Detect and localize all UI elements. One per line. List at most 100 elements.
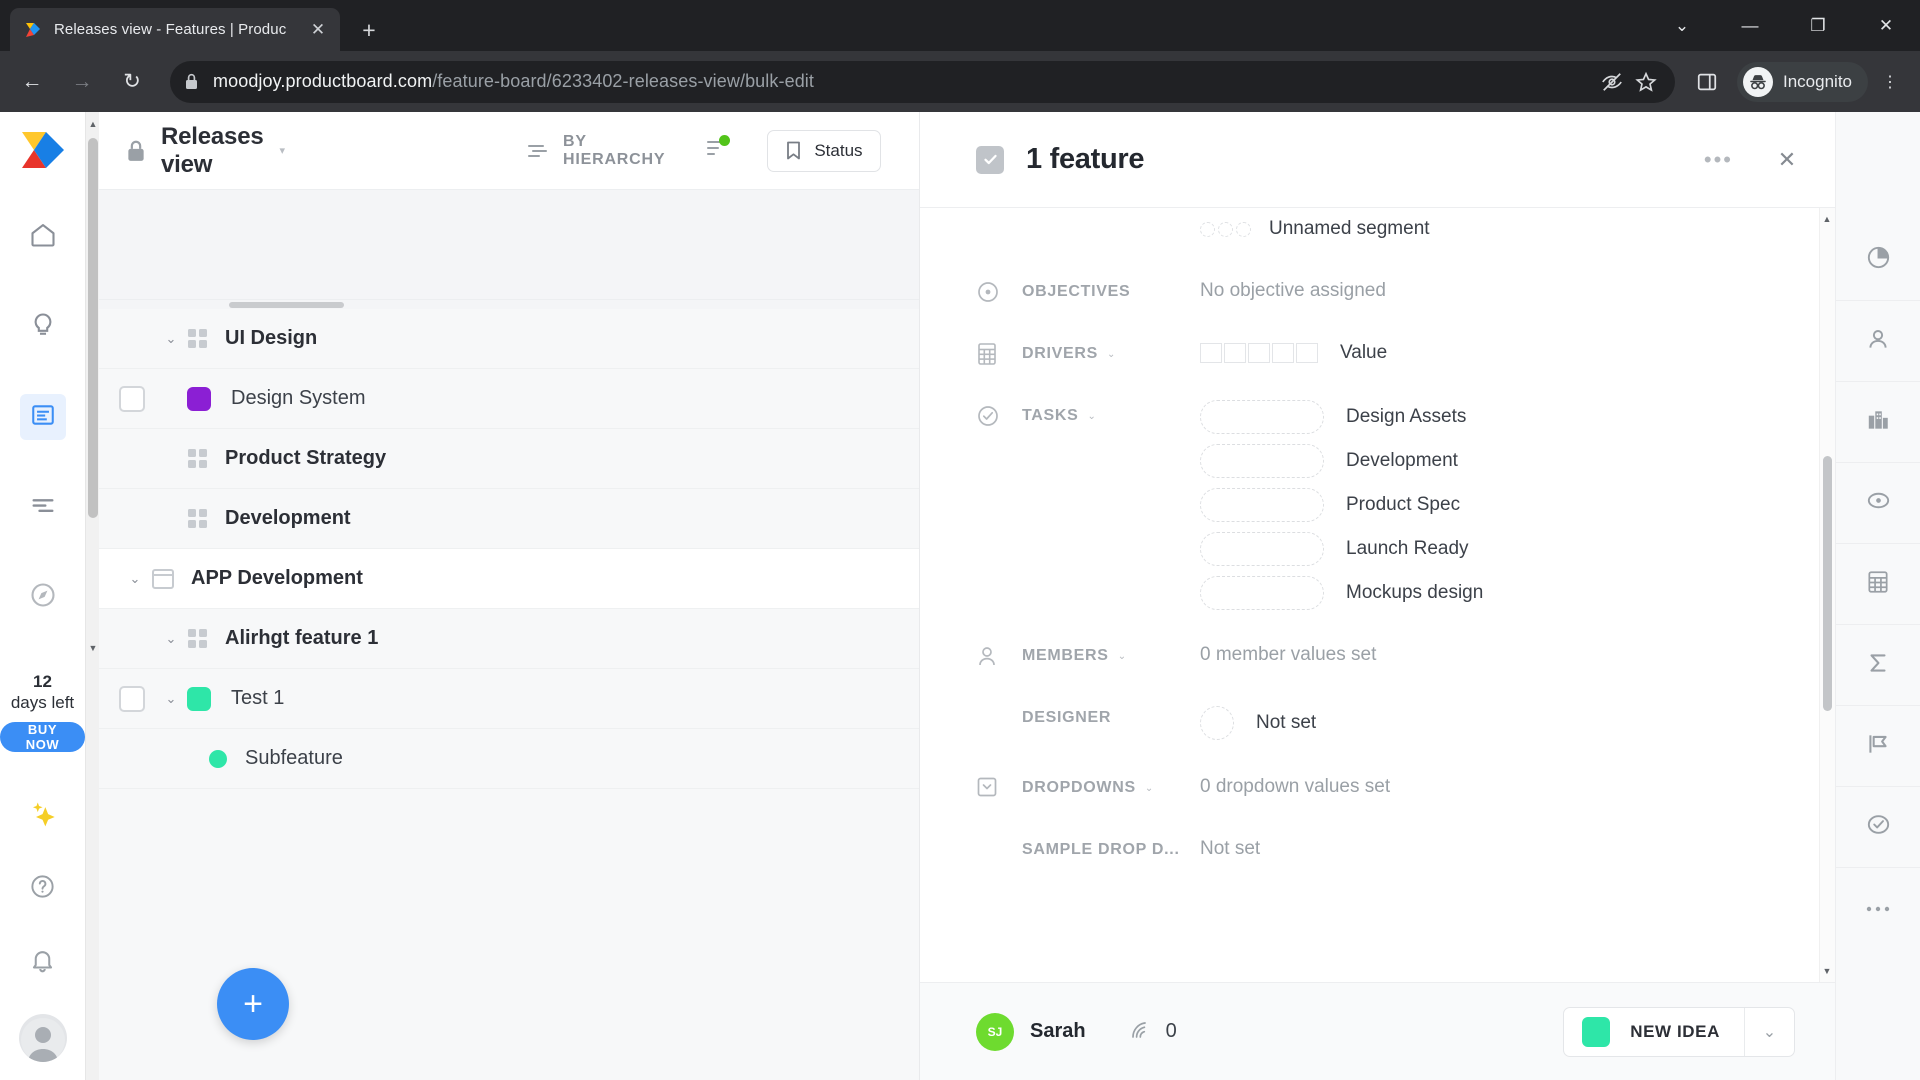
task-pill[interactable] (1200, 532, 1324, 566)
scroll-up-icon[interactable]: ▲ (1819, 210, 1835, 228)
chevron-down-icon[interactable]: ⌄ (1744, 1007, 1794, 1056)
scrollbar-thumb[interactable] (1823, 456, 1832, 711)
window-close-button[interactable]: ✕ (1852, 0, 1920, 51)
new-tab-button[interactable]: + (352, 13, 386, 47)
tree-row-alirhgt-feature-1[interactable]: ⌄ Alirhgt feature 1 (99, 609, 919, 669)
tree-row-test-1[interactable]: ⌄ Test 1 (99, 669, 919, 729)
column-score[interactable] (1836, 625, 1920, 706)
close-icon[interactable]: ✕ (1767, 140, 1807, 180)
scroll-down-icon[interactable]: ▼ (1819, 962, 1835, 980)
status-label: NEW IDEA (1630, 1021, 1720, 1041)
scroll-down-icon[interactable]: ▼ (86, 640, 100, 656)
panel-vertical-scrollbar[interactable]: ▲ ▼ (1819, 208, 1835, 982)
column-tasks[interactable] (1836, 787, 1920, 868)
driver-score-boxes[interactable] (1200, 343, 1318, 363)
column-drivers[interactable] (1836, 544, 1920, 625)
column-owner[interactable] (1836, 301, 1920, 382)
checkbox-checked-icon[interactable] (976, 145, 1004, 174)
reload-button[interactable]: ↻ (110, 60, 154, 104)
column-release[interactable] (1836, 706, 1920, 787)
column-insights[interactable] (1836, 220, 1920, 301)
panel-more-button[interactable]: ••• (1704, 147, 1733, 173)
scroll-up-icon[interactable]: ▲ (86, 116, 100, 132)
tree-row-label: Development (225, 507, 351, 529)
forward-button: → (71, 69, 93, 93)
chevron-down-icon[interactable]: ⌄ (155, 631, 187, 647)
maximize-button[interactable]: ❐ (1784, 0, 1852, 51)
task-item[interactable]: Development (1200, 444, 1835, 478)
add-feature-button[interactable]: + (217, 968, 289, 1040)
chevron-down-icon[interactable]: ⌄ (1145, 783, 1154, 794)
sidebar-item-portal[interactable] (20, 574, 66, 620)
tree-row-product-strategy[interactable]: Product Strategy (99, 429, 919, 489)
sidebar-item-notifications[interactable] (20, 940, 66, 986)
chevron-down-icon[interactable]: ⌄ (119, 571, 151, 587)
task-item[interactable]: Mockups design (1200, 576, 1835, 610)
footer-user[interactable]: SJ Sarah (976, 1012, 1086, 1051)
task-item[interactable]: Launch Ready (1200, 532, 1835, 566)
field-tasks[interactable]: TASKS ⌄ Design Assets Development Produc… (976, 394, 1835, 634)
back-button[interactable]: ← (10, 60, 54, 104)
column-objective[interactable] (1836, 463, 1920, 544)
tree-row-label: Test 1 (231, 687, 285, 709)
minimize-button[interactable]: — (1716, 0, 1784, 51)
sidebar-item-insights[interactable] (20, 304, 66, 350)
tree-vertical-scrollbar[interactable]: ▲ ▼ (85, 112, 99, 1080)
field-drivers[interactable]: DRIVERS ⌄ Value (976, 332, 1835, 394)
column-company[interactable] (1836, 382, 1920, 463)
tree-row-ui-design[interactable]: ⌄ UI Design (99, 309, 919, 369)
row-checkbox[interactable] (119, 385, 145, 412)
chevron-down-icon[interactable]: ▾ (280, 144, 286, 157)
calculator-icon (1866, 569, 1890, 600)
tab-search-icon[interactable]: ⌄ (1648, 0, 1716, 51)
buy-now-button[interactable]: BUY NOW (0, 722, 85, 752)
status-button[interactable]: Status (767, 129, 881, 172)
browser-tab[interactable]: Releases view - Features | Produc ✕ (10, 8, 340, 51)
field-objectives[interactable]: OBJECTIVES No objective assigned (976, 270, 1835, 332)
task-item[interactable]: Design Assets (1200, 400, 1835, 434)
side-panel-icon[interactable] (1685, 60, 1729, 104)
incognito-indicator[interactable]: Incognito (1737, 61, 1868, 102)
productboard-logo-icon[interactable] (20, 130, 66, 170)
browser-menu-button[interactable]: ⋮ (1870, 60, 1910, 104)
task-pill[interactable] (1200, 576, 1324, 610)
field-members[interactable]: MEMBERS ⌄ 0 member values set (976, 634, 1835, 696)
tree-horizontal-scrollbar[interactable] (99, 300, 919, 309)
task-item[interactable]: Product Spec (1200, 488, 1835, 522)
chevron-down-icon[interactable]: ⌄ (1118, 651, 1127, 662)
chevron-down-icon[interactable]: ⌄ (155, 691, 187, 707)
third-party-cookie-blocked-icon[interactable] (1595, 65, 1629, 99)
empty-avatar-circle[interactable] (1200, 706, 1234, 740)
avatar[interactable] (18, 1014, 67, 1062)
address-bar[interactable]: moodjoy.productboard.com/feature-board/6… (170, 60, 1675, 103)
tree-row-subfeature[interactable]: Subfeature (99, 729, 919, 789)
scrollbar-thumb[interactable] (229, 302, 344, 308)
sidebar-item-whats-new[interactable] (20, 792, 66, 838)
sidebar-item-help[interactable] (20, 866, 66, 912)
bookmark-star-icon[interactable] (1629, 65, 1663, 99)
tree-row-design-system[interactable]: Design System (99, 369, 919, 429)
tree-row-app-development[interactable]: ⌄ APP Development (99, 549, 919, 609)
task-pill[interactable] (1200, 488, 1324, 522)
column-more[interactable] (1836, 868, 1920, 949)
hierarchy-toggle[interactable]: BY HIERARCHY (527, 133, 665, 169)
field-designer[interactable]: DESIGNER Not set (976, 696, 1835, 766)
field-dropdowns[interactable]: DROPDOWNS ⌄ 0 dropdown values set (976, 766, 1835, 828)
sidebar-item-roadmap[interactable] (20, 484, 66, 530)
filter-button[interactable] (705, 135, 731, 164)
task-pill[interactable] (1200, 400, 1324, 434)
row-checkbox[interactable] (119, 685, 145, 712)
sidebar-item-home[interactable] (20, 214, 66, 260)
tree-row-development[interactable]: Development (99, 489, 919, 549)
close-icon[interactable]: ✕ (306, 18, 330, 42)
scrollbar-thumb[interactable] (88, 138, 98, 518)
status-dropdown[interactable]: NEW IDEA ⌄ (1563, 1006, 1795, 1057)
chevron-down-icon[interactable]: ⌄ (1088, 411, 1097, 422)
field-segments[interactable]: Unnamed segment (976, 208, 1835, 270)
field-sample-drop-down[interactable]: SAMPLE DROP D... Not set (976, 828, 1835, 890)
footer-signal[interactable]: 0 (1128, 1018, 1177, 1045)
chevron-down-icon[interactable]: ⌄ (155, 331, 187, 347)
sidebar-item-features[interactable] (19, 394, 66, 440)
task-pill[interactable] (1200, 444, 1324, 478)
chevron-down-icon[interactable]: ⌄ (1107, 349, 1116, 360)
